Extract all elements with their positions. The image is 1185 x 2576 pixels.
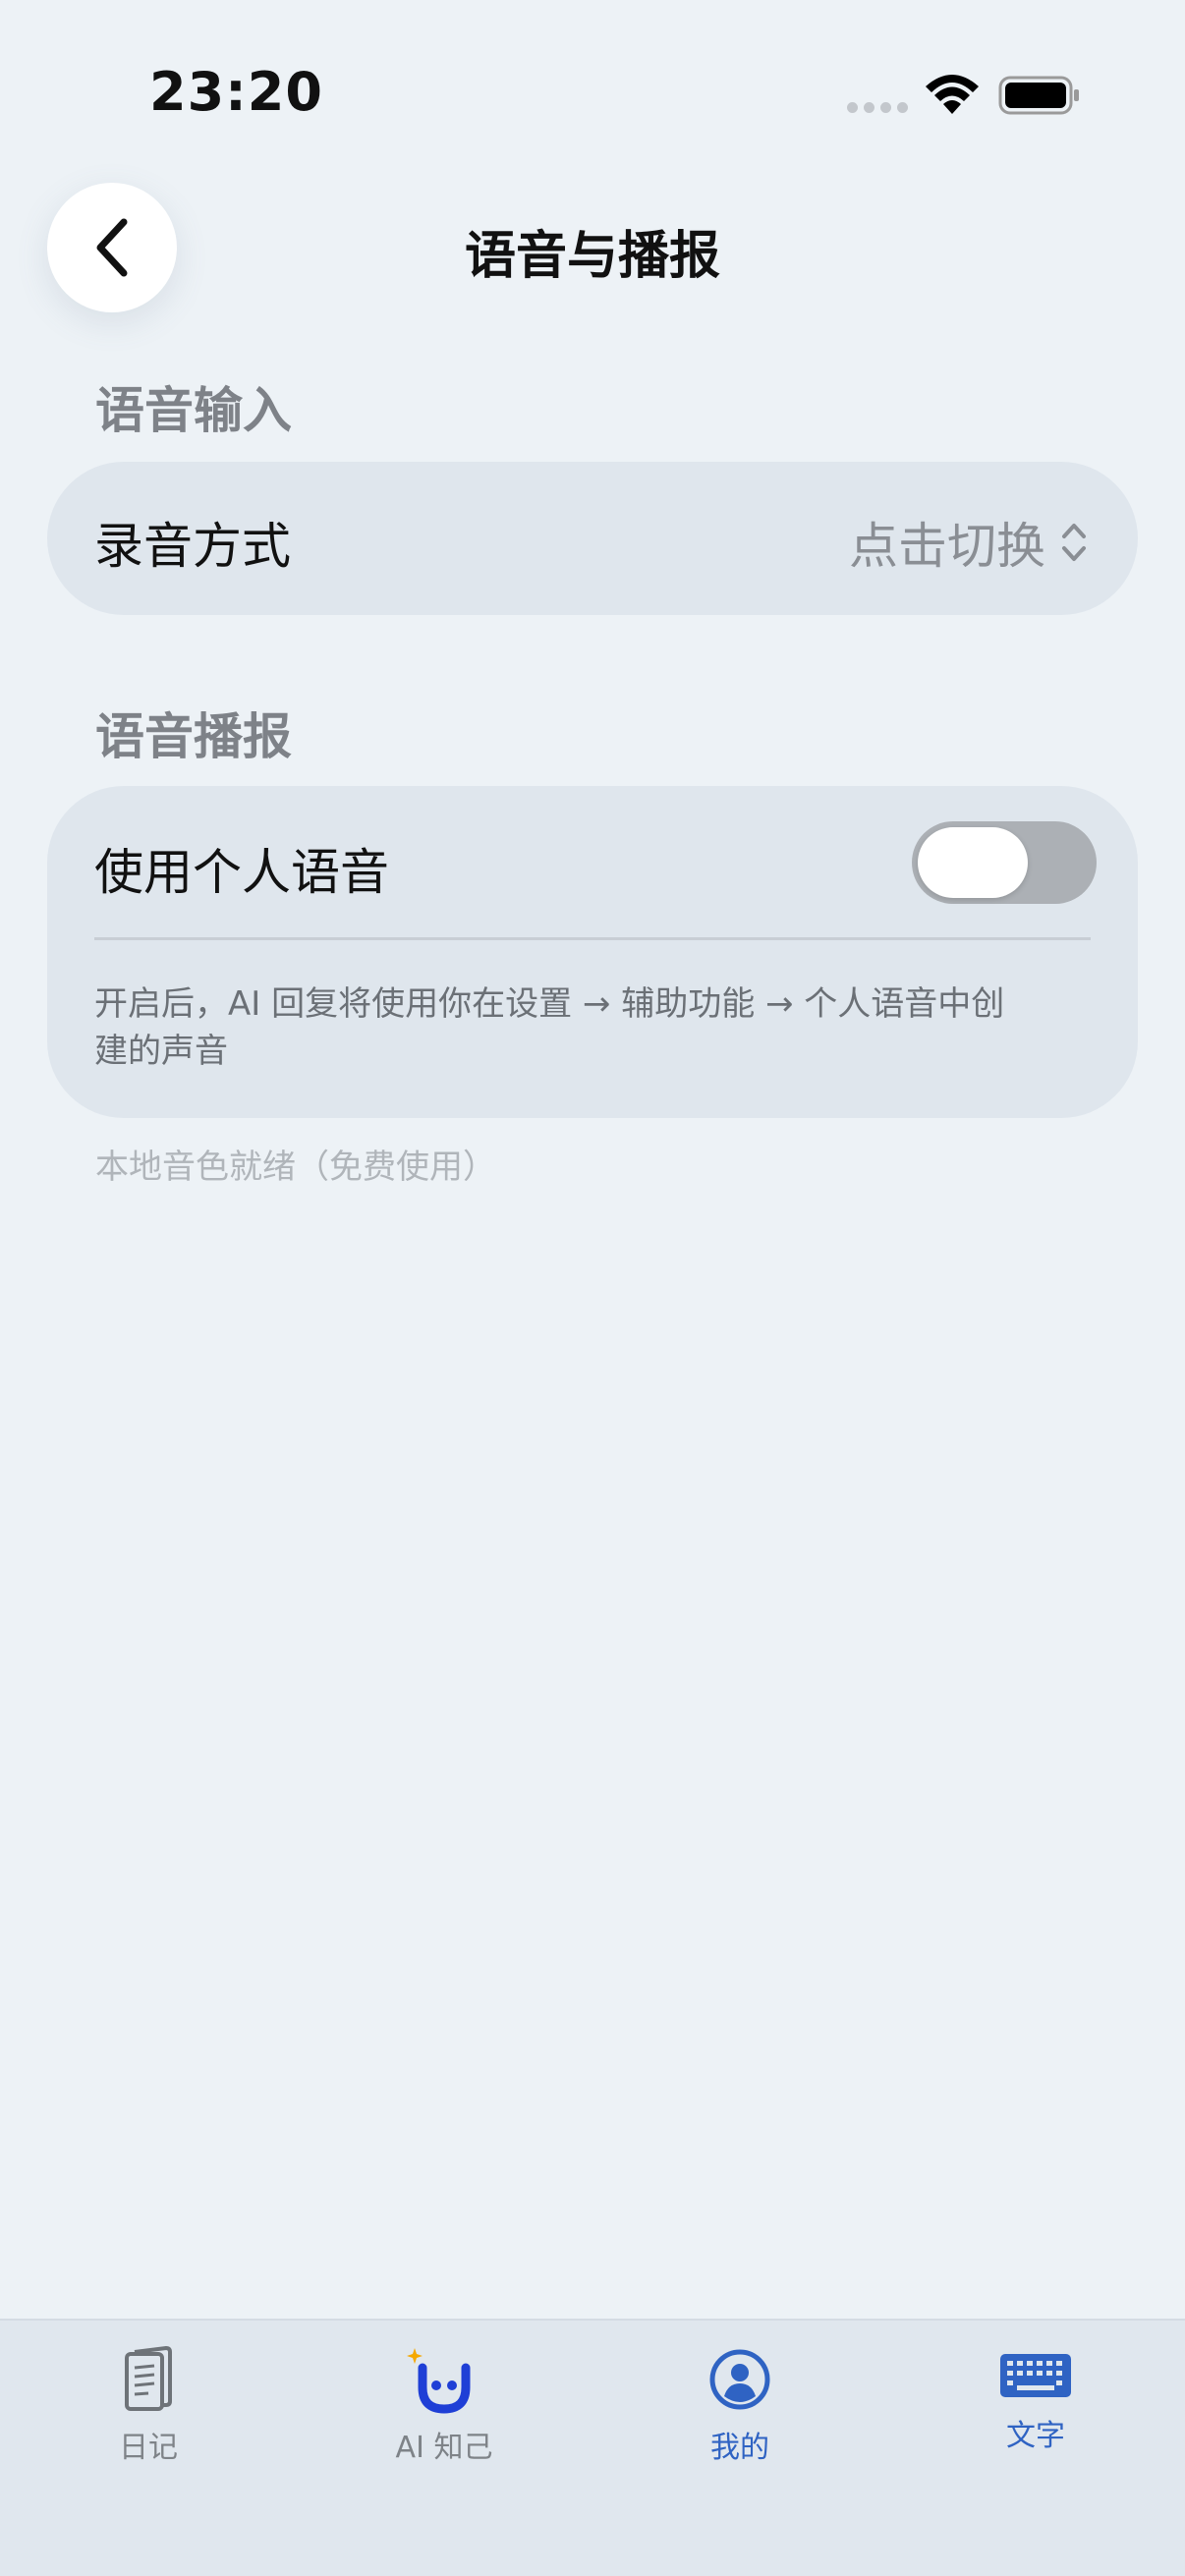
tab-label-text: 文字 xyxy=(1006,2419,1065,2453)
chevron-up-down-icon xyxy=(1062,524,1086,561)
personal-voice-label: 使用个人语音 xyxy=(94,844,389,901)
section-title-voice-input: 语音输入 xyxy=(95,382,292,439)
toggle-knob xyxy=(918,827,1028,898)
personal-voice-toggle[interactable] xyxy=(912,821,1097,904)
tab-label-ai-companion: AI 知己 xyxy=(395,2431,493,2465)
tab-diary[interactable]: 日记 xyxy=(30,2344,266,2466)
profile-icon xyxy=(709,2349,770,2410)
wifi-icon xyxy=(926,75,979,114)
tab-bar: 日记 AI 知己 我的 文字 xyxy=(0,2319,1185,2576)
status-time: 23:20 xyxy=(149,61,323,123)
tab-text[interactable]: 文字 xyxy=(918,2344,1154,2454)
cellular-signal-icon xyxy=(847,102,908,113)
tab-label-profile: 我的 xyxy=(710,2431,769,2465)
ai-smile-icon xyxy=(407,2348,471,2414)
status-bar: 23:20 xyxy=(0,0,1185,187)
page-title: 语音与播报 xyxy=(464,227,720,286)
tab-ai-companion[interactable]: AI 知己 xyxy=(326,2344,562,2466)
recording-mode-selector[interactable]: 点击切换 xyxy=(849,507,1089,578)
divider xyxy=(94,937,1091,940)
local-voice-status: 本地音色就绪（免费使用） xyxy=(95,1148,496,1187)
personal-voice-card: 使用个人语音 开启后，AI 回复将使用你在设置 → 辅助功能 → 个人语音中创建… xyxy=(47,786,1138,1118)
tab-label-diary: 日记 xyxy=(119,2431,178,2465)
personal-voice-description: 开启后，AI 回复将使用你在设置 → 辅助功能 → 个人语音中创建的声音 xyxy=(94,984,1005,1071)
recording-mode-value: 点击切换 xyxy=(849,518,1045,575)
tab-profile[interactable]: 我的 xyxy=(622,2344,858,2466)
keyboard-icon xyxy=(1000,2354,1071,2397)
section-title-voice-broadcast: 语音播报 xyxy=(95,708,292,765)
diary-icon xyxy=(125,2345,172,2411)
recording-mode-label: 录音方式 xyxy=(94,518,291,575)
battery-icon xyxy=(998,76,1079,115)
recording-mode-row[interactable]: 录音方式 点击切换 xyxy=(47,462,1138,615)
